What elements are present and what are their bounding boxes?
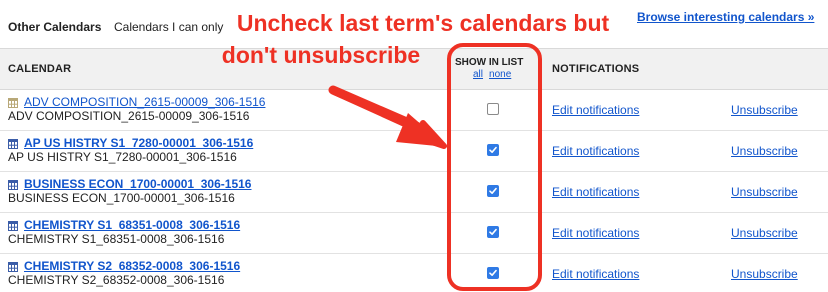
annotation-line-1: Uncheck last term's calendars but bbox=[236, 10, 610, 36]
show-in-list-checkbox[interactable] bbox=[487, 103, 499, 115]
edit-notifications-link[interactable]: Edit notifications bbox=[552, 144, 639, 158]
browse-calendars-link[interactable]: Browse interesting calendars » bbox=[637, 10, 814, 24]
calendar-row: BUSINESS ECON_1700-00001_306-1516 BUSINE… bbox=[0, 172, 828, 213]
calendar-description: CHEMISTRY S2_68352-0008_306-1516 bbox=[8, 273, 225, 287]
edit-notifications-link[interactable]: Edit notifications bbox=[552, 226, 639, 240]
calendar-name-link[interactable]: AP US HISTRY S1_7280-00001_306-1516 bbox=[24, 136, 253, 150]
calendar-name-link[interactable]: CHEMISTRY S1_68351-0008_306-1516 bbox=[24, 218, 240, 232]
column-header-calendar: CALENDAR bbox=[8, 63, 72, 75]
calendar-grid-icon bbox=[8, 262, 18, 272]
checkmark-icon bbox=[489, 228, 497, 235]
unsubscribe-link[interactable]: Unsubscribe bbox=[731, 267, 798, 281]
show-toggle-links: all none bbox=[473, 69, 511, 80]
unsubscribe-link[interactable]: Unsubscribe bbox=[731, 103, 798, 117]
show-in-list-checkbox[interactable] bbox=[487, 267, 499, 279]
calendar-name-link[interactable]: CHEMISTRY S2_68352-0008_306-1516 bbox=[24, 259, 240, 273]
unsubscribe-link[interactable]: Unsubscribe bbox=[731, 144, 798, 158]
calendar-description: ADV COMPOSITION_2615-00009_306-1516 bbox=[8, 109, 250, 123]
checkmark-icon bbox=[489, 187, 497, 194]
show-all-link[interactable]: all bbox=[473, 69, 483, 80]
calendar-grid-icon bbox=[8, 180, 18, 190]
calendar-grid-icon bbox=[8, 221, 18, 231]
edit-notifications-link[interactable]: Edit notifications bbox=[552, 103, 639, 117]
calendar-grid-icon bbox=[8, 98, 18, 108]
calendar-row: AP US HISTRY S1_7280-00001_306-1516 AP U… bbox=[0, 131, 828, 172]
checkmark-icon bbox=[489, 146, 497, 153]
calendar-row: CHEMISTRY S2_68352-0008_306-1516 CHEMIST… bbox=[0, 254, 828, 292]
section-subtitle: Calendars I can only bbox=[114, 20, 224, 34]
calendar-description: BUSINESS ECON_1700-00001_306-1516 bbox=[8, 191, 235, 205]
edit-notifications-link[interactable]: Edit notifications bbox=[552, 267, 639, 281]
calendar-description: AP US HISTRY S1_7280-00001_306-1516 bbox=[8, 150, 237, 164]
calendar-row: ADV COMPOSITION_2615-00009_306-1516 ADV … bbox=[0, 90, 828, 131]
show-none-link[interactable]: none bbox=[489, 69, 511, 80]
show-in-list-checkbox[interactable] bbox=[487, 185, 499, 197]
calendar-row: CHEMISTRY S1_68351-0008_306-1516 CHEMIST… bbox=[0, 213, 828, 254]
annotation-line-2: don't unsubscribe bbox=[221, 42, 421, 68]
show-in-list-checkbox[interactable] bbox=[487, 144, 499, 156]
column-header-show-in-list: SHOW IN LIST bbox=[455, 57, 524, 68]
show-in-list-checkbox[interactable] bbox=[487, 226, 499, 238]
unsubscribe-link[interactable]: Unsubscribe bbox=[731, 226, 798, 240]
column-header-notifications: NOTIFICATIONS bbox=[552, 63, 640, 75]
calendar-name-link[interactable]: ADV COMPOSITION_2615-00009_306-1516 bbox=[24, 95, 265, 109]
checkmark-icon bbox=[489, 269, 497, 276]
calendar-grid-icon bbox=[8, 139, 18, 149]
calendar-name-link[interactable]: BUSINESS ECON_1700-00001_306-1516 bbox=[24, 177, 251, 191]
calendar-description: CHEMISTRY S1_68351-0008_306-1516 bbox=[8, 232, 225, 246]
section-title: Other Calendars bbox=[8, 20, 102, 34]
unsubscribe-link[interactable]: Unsubscribe bbox=[731, 185, 798, 199]
edit-notifications-link[interactable]: Edit notifications bbox=[552, 185, 639, 199]
